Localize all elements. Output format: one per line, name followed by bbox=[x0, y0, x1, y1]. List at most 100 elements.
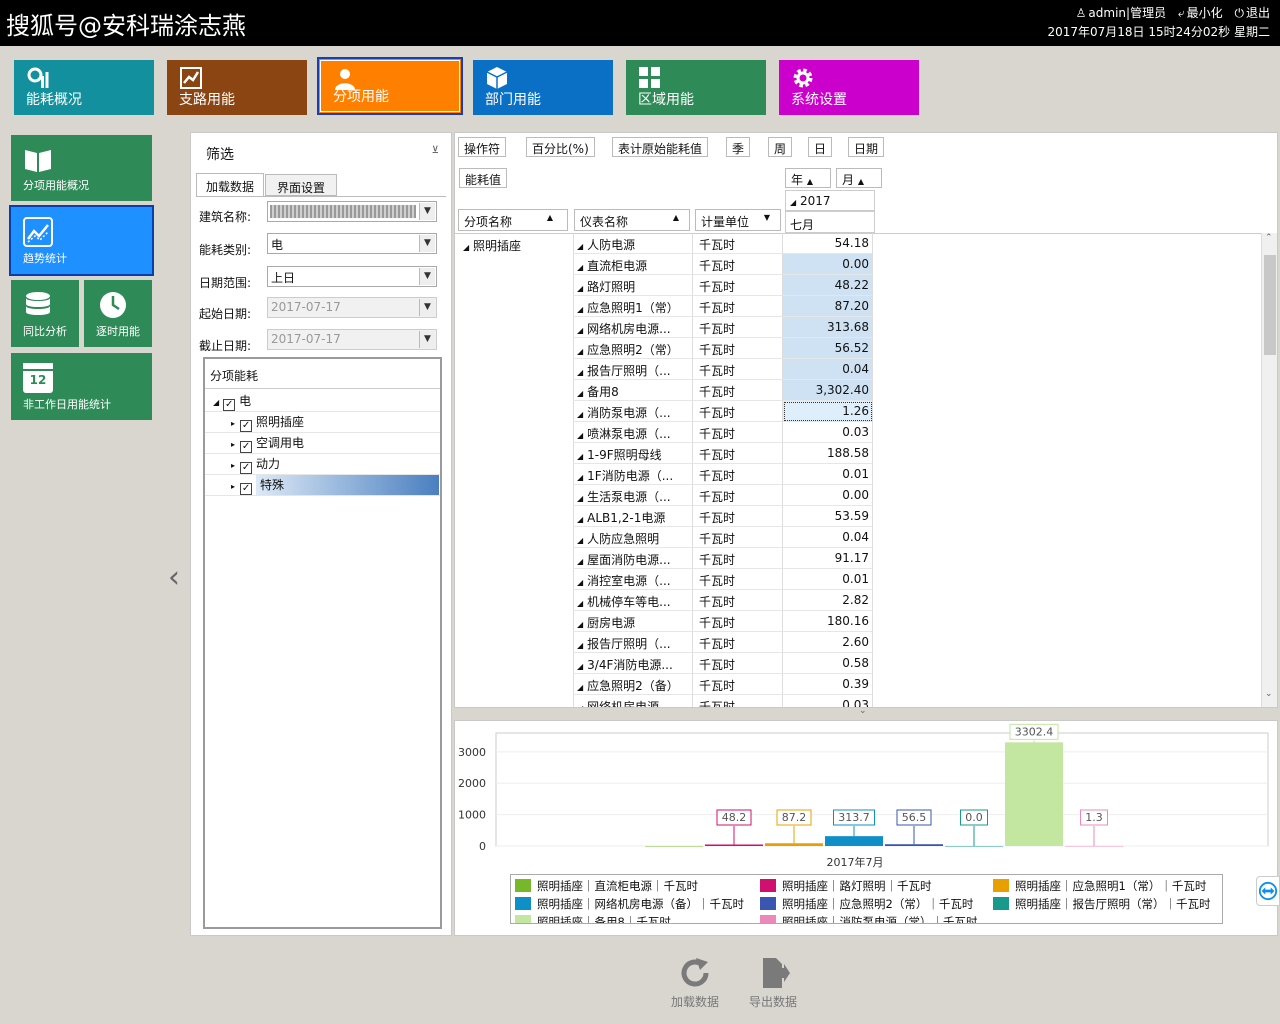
table-row[interactable]: ◢ 消防泵电源（... 千瓦时 1.26 bbox=[573, 401, 875, 422]
meter-cell[interactable]: ◢ 厨房电源 bbox=[573, 611, 693, 632]
export-data-button[interactable]: 导出数据 bbox=[748, 956, 798, 1010]
table-row[interactable]: ◢ 喷淋泵电源（... 千瓦时 0.03 bbox=[573, 422, 875, 443]
table-row[interactable]: ◢ 3/4F消防电源... 千瓦时 0.58 bbox=[573, 653, 875, 674]
table-row[interactable]: ◢ 路灯照明 千瓦时 48.22 bbox=[573, 275, 875, 296]
legend-item[interactable]: 照明插座｜报告厅照明（常）｜千瓦时 bbox=[993, 896, 1211, 912]
value-cell[interactable]: 0.58 bbox=[783, 653, 873, 674]
value-cell[interactable]: 313.68 bbox=[783, 317, 873, 338]
field-chip[interactable]: 操作符 bbox=[458, 137, 507, 157]
table-row[interactable]: ◢ 生活泵电源（... 千瓦时 0.00 bbox=[573, 485, 875, 506]
group-label[interactable]: ◢ 照明插座 bbox=[463, 237, 521, 254]
meter-cell[interactable]: ◢ 喷淋泵电源（... bbox=[573, 422, 693, 443]
meter-cell[interactable]: ◢ 3/4F消防电源... bbox=[573, 653, 693, 674]
side-itemized-overview[interactable]: 分项用能概况 bbox=[11, 135, 152, 201]
table-row[interactable]: ◢ 报告厅照明（... 千瓦时 0.04 bbox=[573, 359, 875, 380]
meter-cell[interactable]: ◢ 报告厅照明（... bbox=[573, 359, 693, 380]
meter-cell[interactable]: ◢ 应急照明2（备） bbox=[573, 674, 693, 695]
table-row[interactable]: ◢ 网络机房电源... 千瓦时 313.68 bbox=[573, 317, 875, 338]
nav-area-energy[interactable]: 区域用能 bbox=[626, 60, 766, 115]
value-cell[interactable]: 54.18 bbox=[783, 233, 873, 254]
splitter-icon[interactable]: ⌄ bbox=[859, 706, 867, 716]
load-data-button[interactable]: 加载数据 bbox=[670, 956, 720, 1010]
meter-cell[interactable]: ◢ 人防电源 bbox=[573, 233, 693, 254]
nav-energy-overview[interactable]: 能耗概况 bbox=[14, 60, 154, 115]
legend-item[interactable]: 照明插座｜备用8｜千瓦时 bbox=[515, 914, 671, 923]
field-chip[interactable]: 百分比(%) bbox=[526, 137, 595, 157]
tab-load-data[interactable]: 加载数据 bbox=[196, 173, 264, 196]
scroll-down-icon[interactable]: ⌄ bbox=[1265, 689, 1273, 699]
field-chip[interactable]: 周 bbox=[768, 137, 793, 157]
meter-column-header[interactable]: 仪表名称 ▲ bbox=[574, 209, 690, 231]
expand-icon[interactable]: ▸ bbox=[231, 482, 235, 491]
pin-icon[interactable]: ⊻ bbox=[432, 145, 439, 156]
value-cell[interactable]: 2.60 bbox=[783, 632, 873, 653]
scrollbar-thumb[interactable] bbox=[1264, 255, 1276, 355]
meter-cell[interactable]: ◢ 1-9F照明母线 bbox=[573, 443, 693, 464]
field-chip[interactable]: 日期 bbox=[848, 137, 885, 157]
value-cell[interactable]: 2.82 bbox=[783, 590, 873, 611]
vertical-scrollbar[interactable]: ⌃ ⌄ bbox=[1261, 233, 1277, 707]
meter-cell[interactable]: ◢ 路灯照明 bbox=[573, 275, 693, 296]
meter-cell[interactable]: ◢ 1F消防电源（... bbox=[573, 464, 693, 485]
meter-cell[interactable]: ◢ ALB1,2-1电源 bbox=[573, 506, 693, 527]
legend-item[interactable]: 照明插座｜网络机房电源（备）｜千瓦时 bbox=[515, 896, 744, 912]
checkbox-checked[interactable]: ✓ bbox=[240, 441, 253, 453]
table-row[interactable]: ◢ 厨房电源 千瓦时 180.16 bbox=[573, 611, 875, 632]
expand-icon[interactable]: ▸ bbox=[231, 440, 235, 449]
table-row[interactable]: ◢ 1F消防电源（... 千瓦时 0.01 bbox=[573, 464, 875, 485]
table-row[interactable]: ◢ 人防应急照明 千瓦时 0.04 bbox=[573, 527, 875, 548]
table-row[interactable]: ◢网络机房电源...千瓦时0.03 bbox=[573, 695, 875, 707]
meter-cell[interactable]: ◢ 备用8 bbox=[573, 380, 693, 401]
side-yoy-analysis[interactable]: 同比分析 bbox=[11, 280, 79, 347]
value-cell[interactable]: 3,302.40 bbox=[783, 380, 873, 401]
checkbox-checked[interactable]: ✓ bbox=[240, 462, 253, 474]
value-cell[interactable]: 48.22 bbox=[783, 275, 873, 296]
value-cell[interactable]: 0.03 bbox=[783, 422, 873, 443]
meter-cell[interactable]: ◢ 直流柜电源 bbox=[573, 254, 693, 275]
field-chip[interactable]: 季 bbox=[726, 137, 751, 157]
legend-item[interactable]: 照明插座｜应急照明2（常）｜千瓦时 bbox=[760, 896, 973, 912]
nav-department-energy[interactable]: 部门用能 bbox=[473, 60, 613, 115]
table-row[interactable]: ◢ 人防电源 千瓦时 54.18 bbox=[573, 233, 875, 254]
meter-cell[interactable]: ◢ 消防泵电源（... bbox=[573, 401, 693, 422]
expand-icon[interactable]: ◢ bbox=[213, 398, 219, 407]
meter-cell[interactable]: ◢网络机房电源... bbox=[573, 317, 693, 338]
expand-icon[interactable]: ▸ bbox=[231, 419, 235, 428]
collapse-left-icon[interactable]: ‹ bbox=[168, 560, 180, 595]
value-cell[interactable]: 53.59 bbox=[783, 506, 873, 527]
table-row[interactable]: ◢ 应急照明1（常） 千瓦时 87.20 bbox=[573, 296, 875, 317]
field-chip[interactable]: 日 bbox=[808, 137, 833, 157]
table-row[interactable]: ◢ 消控室电源（... 千瓦时 0.01 bbox=[573, 569, 875, 590]
meter-cell[interactable]: ◢ 人防应急照明 bbox=[573, 527, 693, 548]
value-cell[interactable]: 0.00 bbox=[783, 485, 873, 506]
remote-assist-button[interactable] bbox=[1256, 876, 1280, 906]
value-cell[interactable]: 188.58 bbox=[783, 443, 873, 464]
value-cell[interactable]: 0.01 bbox=[783, 464, 873, 485]
month-field-chip[interactable]: 月 ▲ bbox=[836, 168, 882, 188]
meter-cell[interactable]: ◢ 应急照明2（常） bbox=[573, 338, 693, 359]
value-cell[interactable]: 0.04 bbox=[783, 527, 873, 548]
scroll-up-icon[interactable]: ⌃ bbox=[1265, 233, 1273, 243]
value-cell[interactable]: 180.16 bbox=[783, 611, 873, 632]
checkbox-checked[interactable]: ✓ bbox=[240, 420, 253, 432]
table-row[interactable]: ◢ 应急照明2（备） 千瓦时 0.39 bbox=[573, 674, 875, 695]
end-date-picker[interactable]: 2017-07-17 ▼ bbox=[267, 329, 437, 350]
value-cell[interactable]: 0.39 bbox=[783, 674, 873, 695]
field-chip[interactable]: 表计原始能耗值 bbox=[612, 137, 709, 157]
checkbox-checked[interactable]: ✓ bbox=[240, 483, 253, 495]
legend-item[interactable]: 照明插座｜消防泵电源（常）｜千瓦时 bbox=[760, 914, 978, 923]
table-row[interactable]: ◢ 1-9F照明母线 千瓦时 188.58 bbox=[573, 443, 875, 464]
tree-item-selected[interactable]: ▸ ✓ 特殊 bbox=[205, 475, 440, 496]
table-row[interactable]: ◢ 应急照明2（常） 千瓦时 56.52 bbox=[573, 338, 875, 359]
logout-button[interactable]: 退出 bbox=[1246, 6, 1270, 20]
minimize-button[interactable]: 最小化 bbox=[1187, 6, 1223, 20]
table-row[interactable]: ◢ 机械停车等电... 千瓦时 2.82 bbox=[573, 590, 875, 611]
tree-item[interactable]: ▸ ✓ 动力 bbox=[205, 454, 440, 475]
meter-cell[interactable]: ◢网络机房电源... bbox=[573, 695, 693, 707]
tree-root[interactable]: ◢ ✓ 电 bbox=[205, 391, 440, 412]
nav-branch-energy[interactable]: 支路用能 bbox=[167, 60, 307, 115]
meter-cell[interactable]: ◢ 屋面消防电源... bbox=[573, 548, 693, 569]
nav-itemized-energy[interactable]: 分项用能 bbox=[317, 57, 463, 115]
value-cell[interactable]: 56.52 bbox=[783, 338, 873, 359]
meter-cell[interactable]: ◢ 机械停车等电... bbox=[573, 590, 693, 611]
